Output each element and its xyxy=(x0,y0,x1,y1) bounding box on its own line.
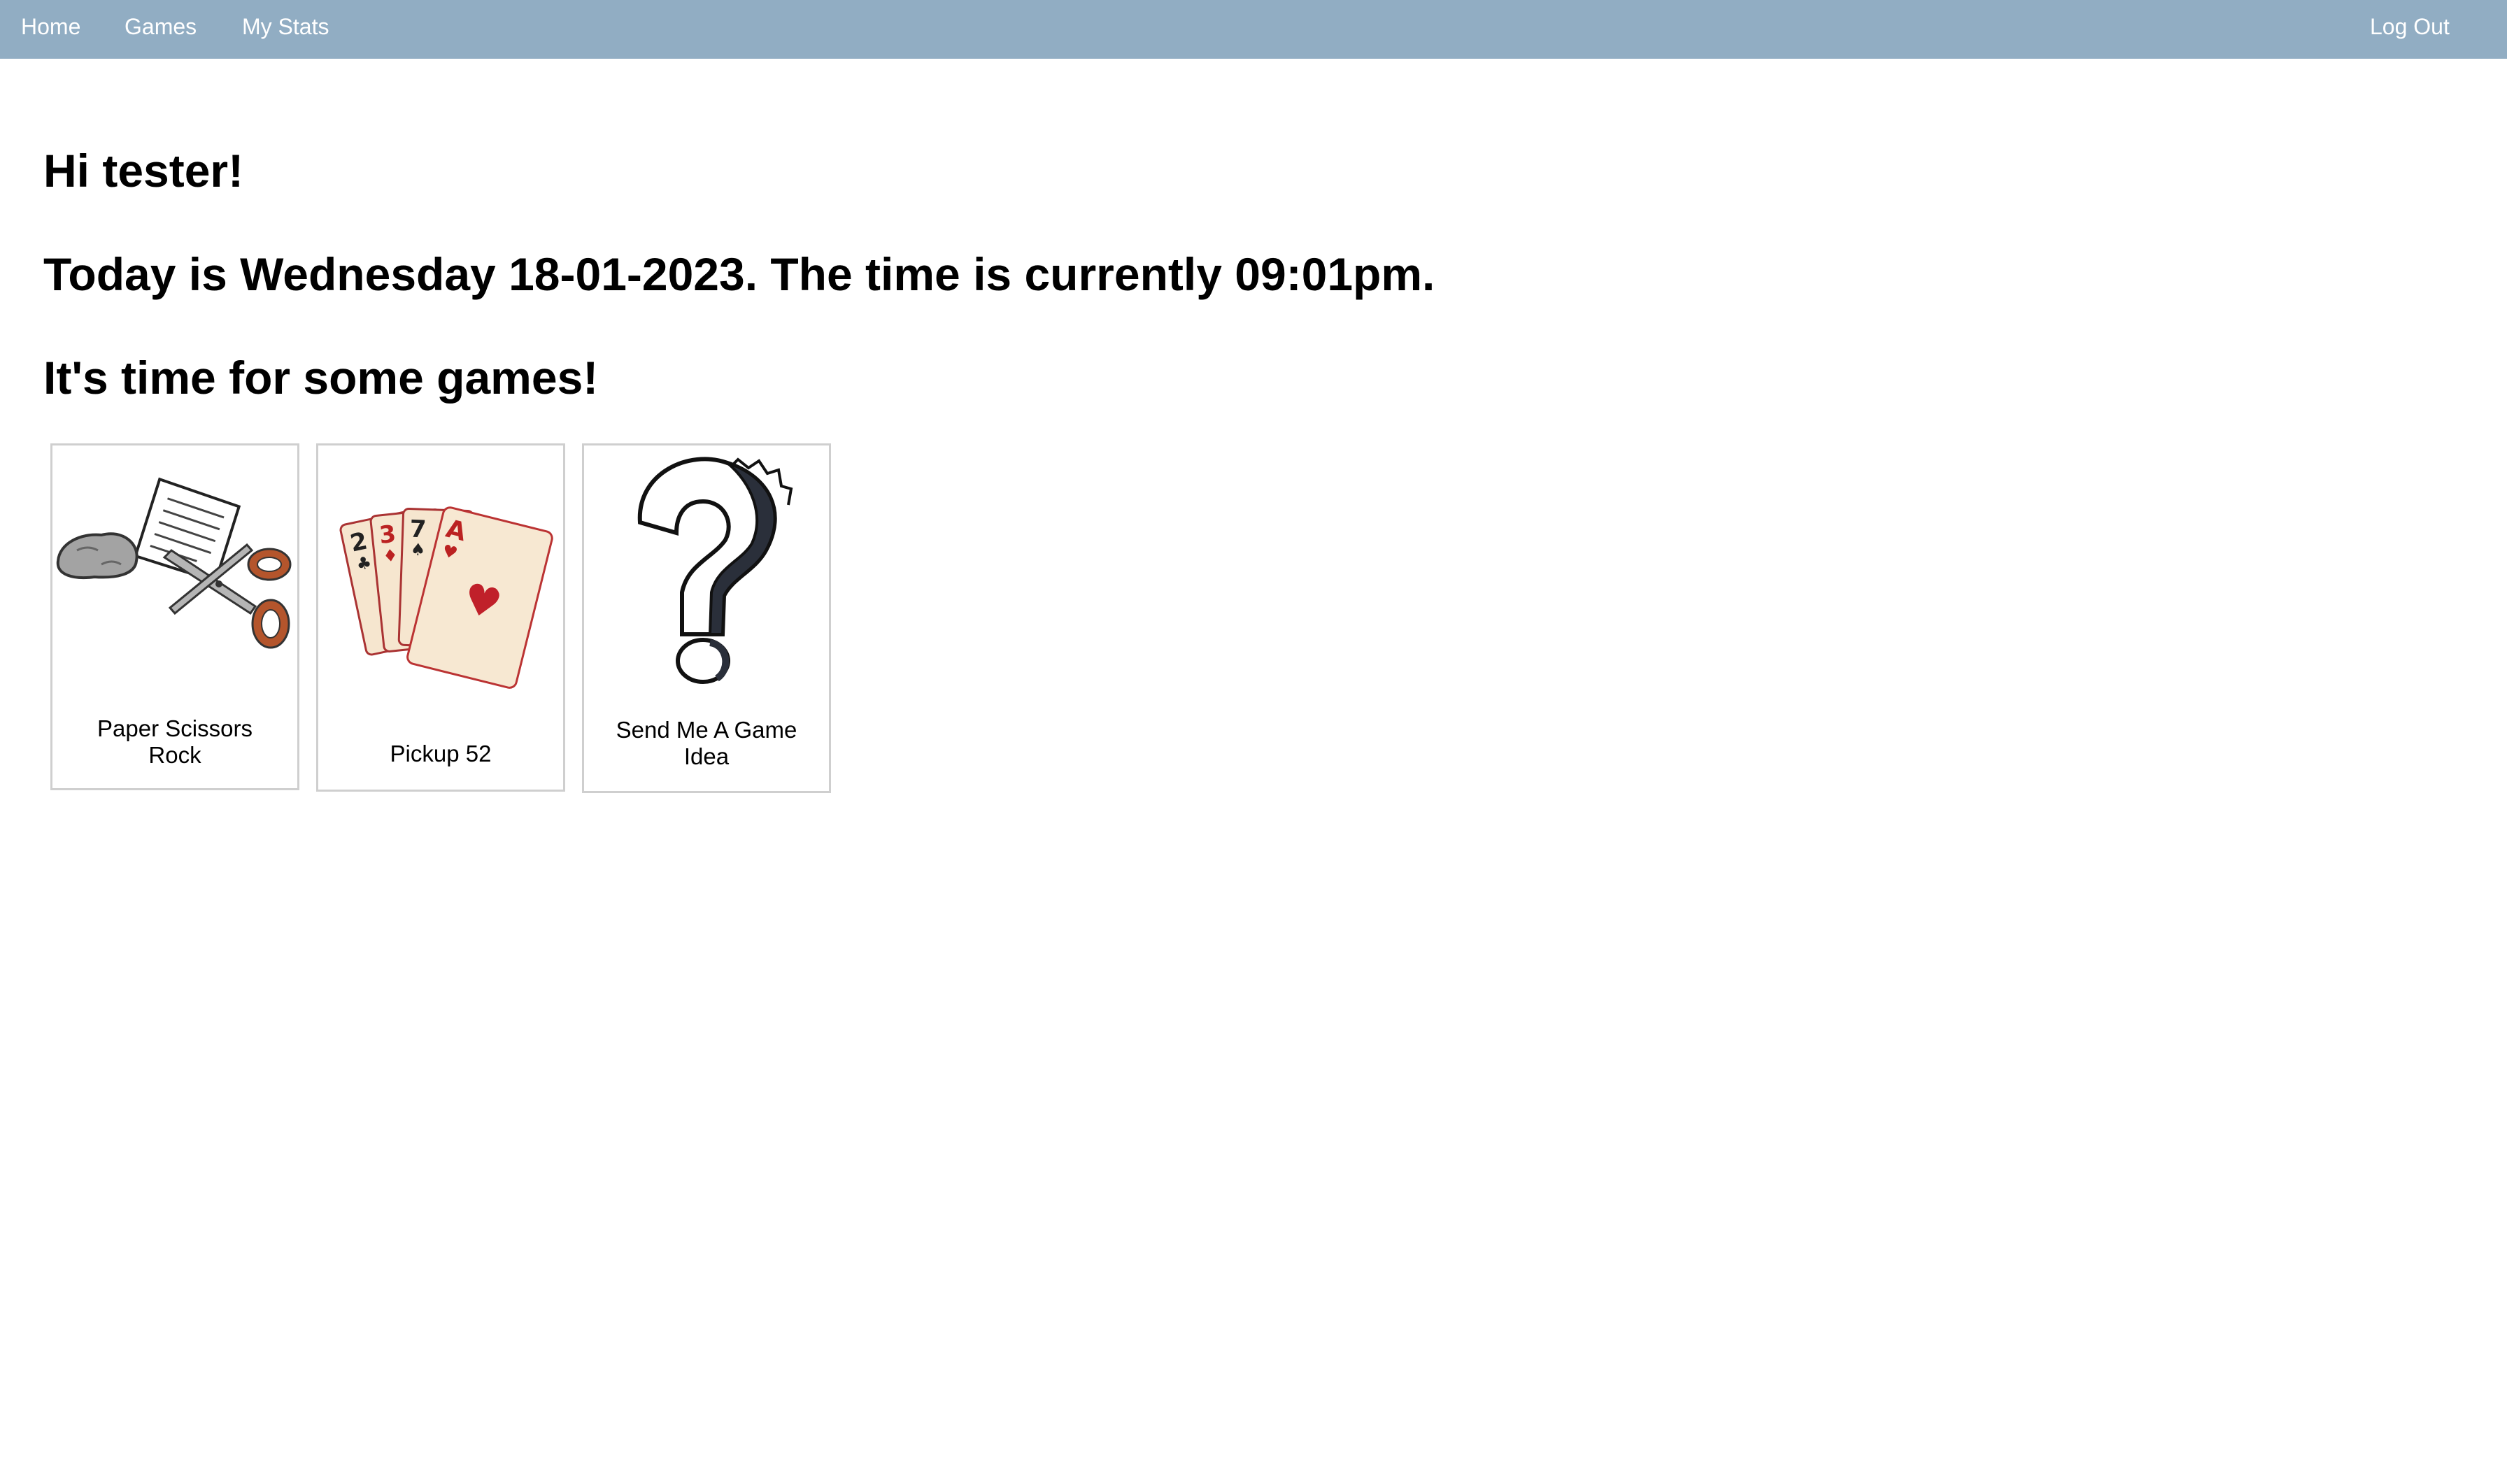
nav-home-link[interactable]: Home xyxy=(21,0,80,53)
game-card-send-idea[interactable]: Send Me A Game Idea xyxy=(582,443,831,793)
greeting-heading: Hi tester! xyxy=(43,145,244,197)
games-heading: It's time for some games! xyxy=(43,352,599,404)
nav-games-link[interactable]: Games xyxy=(125,0,197,53)
nav-my-stats-link[interactable]: My Stats xyxy=(242,0,329,53)
date-time-heading: Today is Wednesday 18-01-2023. The time … xyxy=(43,248,1435,300)
game-card-pickup-52[interactable]: 2 ♣ 3 ♦ 7 ♠ A ♥ ♥ Pickup 52 xyxy=(316,443,565,792)
nav-log-out-link[interactable]: Log Out xyxy=(2370,0,2450,53)
playing-cards-icon: 2 ♣ 3 ♦ 7 ♠ A ♥ ♥ xyxy=(339,506,553,689)
question-mark-icon xyxy=(637,457,793,684)
game-card-label: Paper Scissors Rock xyxy=(97,715,253,768)
rock-paper-scissors-icon xyxy=(56,477,292,649)
svg-text:♦: ♦ xyxy=(382,545,399,566)
game-card-label: Send Me A Game Idea xyxy=(616,717,797,769)
top-navbar: Home Games My Stats Log Out xyxy=(0,0,2507,59)
game-card-paper-scissors-rock[interactable]: Paper Scissors Rock xyxy=(50,443,299,790)
game-card-label: Pickup 52 xyxy=(390,741,492,766)
svg-text:♠: ♠ xyxy=(410,540,425,560)
